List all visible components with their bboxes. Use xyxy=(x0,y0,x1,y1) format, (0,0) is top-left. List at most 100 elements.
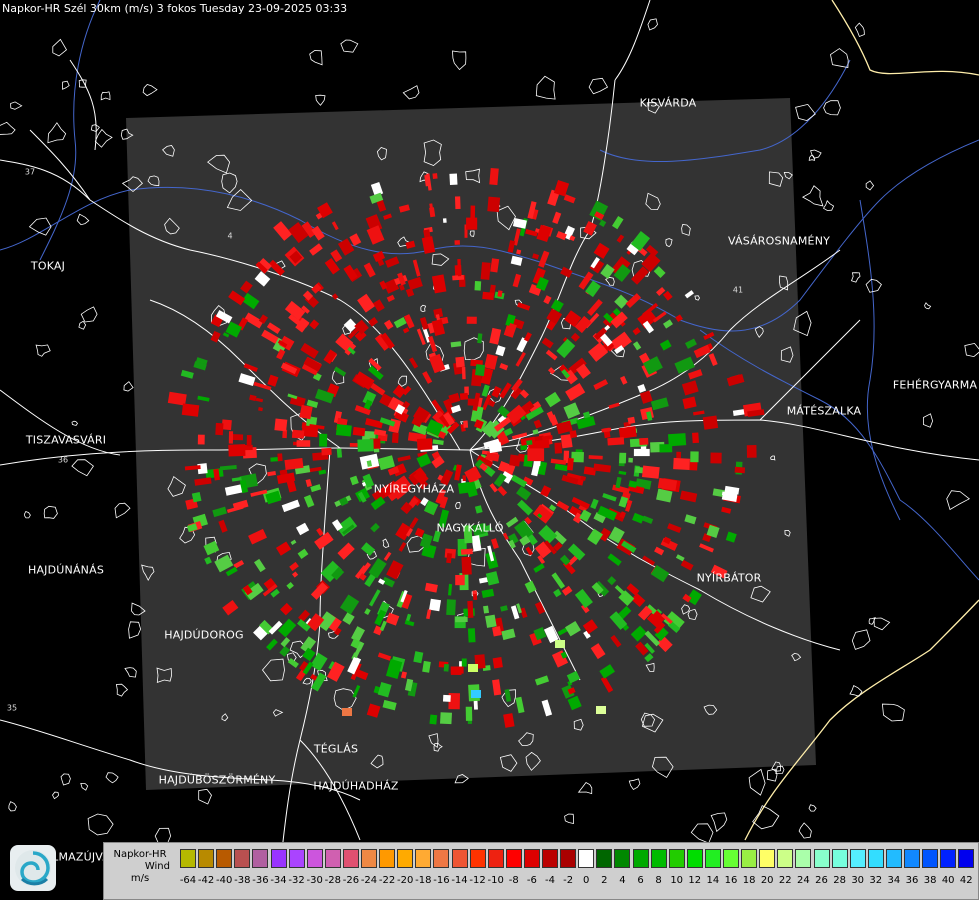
legend-tick-label: -30 xyxy=(306,875,323,886)
radar-echo-cell xyxy=(467,600,474,618)
legend-swatch xyxy=(759,849,776,868)
legend-tick-label: -34 xyxy=(270,875,287,886)
city-label-tiszavasvari: TISZAVASVÁRI xyxy=(25,433,107,447)
radar-echo-cell xyxy=(668,433,687,447)
city-label-nagykallo: NAGYKÁLLÓ xyxy=(436,521,504,535)
radar-echo-cell xyxy=(473,594,478,601)
legend-tick-label: -22 xyxy=(378,875,396,886)
legend-tick-label: -64 xyxy=(179,875,197,886)
city-label-hajdunanas: HAJDÚNÁNÁS xyxy=(27,563,105,577)
radar-echo-cell xyxy=(676,451,682,459)
city-label-mateszalka: MÁTÉSZALKA xyxy=(786,404,862,418)
legend-tick-label: -32 xyxy=(288,875,305,886)
radar-echo-cell xyxy=(321,447,332,456)
settlement-outline xyxy=(851,629,871,650)
legend-swatch xyxy=(433,849,450,868)
legend-tick-label: 12 xyxy=(688,875,702,886)
legend-swatch xyxy=(288,849,305,868)
city-label-nyiregyhaza: NYÍREGYHÁZA xyxy=(373,482,455,496)
legend-swatch xyxy=(668,849,685,868)
legend-tick-label: -42 xyxy=(197,875,215,886)
settlement-outline xyxy=(62,80,70,90)
city-label-hajdudorog: HAJDÚDOROG xyxy=(164,628,244,642)
radar-echo-cell xyxy=(619,452,627,464)
legend-swatch xyxy=(596,849,613,868)
legend-swatch xyxy=(542,849,558,868)
legend-tick-label: 36 xyxy=(905,875,919,886)
legend-swatch xyxy=(940,849,957,868)
settlement-outline xyxy=(123,381,134,392)
settlement-outline xyxy=(35,344,51,357)
river-kraszna xyxy=(859,199,901,521)
radar-echo-cell xyxy=(607,437,625,446)
settlement-outline xyxy=(690,823,714,844)
legend-tick-label: 38 xyxy=(923,875,937,886)
legend-swatch xyxy=(849,849,866,868)
radar-echo-cell xyxy=(487,196,501,213)
radar-echo-cell xyxy=(475,364,486,377)
settlement-outline xyxy=(628,778,641,791)
radar-echo-cell xyxy=(296,440,311,447)
legend-swatch xyxy=(614,849,631,868)
settlement-outline xyxy=(76,213,90,226)
radar-echo-cell xyxy=(466,316,477,324)
city-label-tokaj: TOKAJ xyxy=(30,259,66,273)
radar-echo-cell xyxy=(450,666,464,674)
city-label-kisvarda: KISVÁRDA xyxy=(639,96,697,110)
settlement-outline xyxy=(115,683,129,697)
settlement-outline xyxy=(47,122,67,144)
legend-swatch xyxy=(234,849,251,868)
settlement-outline xyxy=(8,801,17,812)
settlement-outline xyxy=(577,781,593,795)
radar-echo-cell xyxy=(299,404,313,420)
radar-map[interactable] xyxy=(0,0,979,900)
radar-echo-cell xyxy=(419,438,433,448)
radar-echo-cell xyxy=(215,422,224,436)
settlement-outline xyxy=(881,703,905,722)
legend-swatch xyxy=(650,849,667,868)
settlement-outline xyxy=(801,185,824,207)
legend-swatch xyxy=(487,849,504,868)
legend-swatch xyxy=(885,849,902,868)
radar-echo-cell xyxy=(457,258,462,277)
legend-swatch xyxy=(578,849,595,868)
settlement-outline xyxy=(0,121,16,135)
radar-echo-cell xyxy=(641,465,660,479)
radar-echo-cell xyxy=(535,439,550,450)
radar-echo-cell xyxy=(357,439,374,452)
settlement-outline xyxy=(775,765,785,774)
settlement-outline xyxy=(588,77,609,95)
settlement-outline xyxy=(94,128,113,148)
radar-echo-cell xyxy=(440,712,453,725)
legend-swatch xyxy=(415,849,432,868)
legend-tick-label: -14 xyxy=(451,875,468,886)
settlement-outline xyxy=(808,804,817,812)
city-label-fehergyarmat: FEHÉRGYARMA xyxy=(892,378,978,392)
settlement-outline xyxy=(946,490,971,511)
radar-echo-cell xyxy=(480,262,491,280)
radar-echo-cell xyxy=(673,457,690,470)
settlement-outline xyxy=(452,50,467,71)
settlement-outline xyxy=(810,149,822,159)
settlement-outline xyxy=(80,306,98,323)
radar-echo-cell xyxy=(691,432,700,444)
settlement-outline xyxy=(823,100,841,116)
settlement-outline xyxy=(850,272,861,283)
legend-tick-label: -36 xyxy=(252,875,269,886)
radar-echo-cell xyxy=(710,452,722,464)
settlement-outline xyxy=(52,38,68,57)
legend-swatch xyxy=(831,849,848,868)
legend-quantity: Wind xyxy=(144,861,170,872)
settlement-outline xyxy=(90,124,100,132)
legend-swatch xyxy=(704,849,721,868)
settlement-outline xyxy=(340,39,359,53)
radar-echo-cell xyxy=(462,475,467,482)
radar-echo-cell xyxy=(319,433,328,447)
legend-swatch xyxy=(904,849,920,868)
settlement-outline xyxy=(315,94,326,106)
legend-swatch xyxy=(741,849,758,868)
radar-echo-cell xyxy=(463,420,469,428)
legend-tick-label: 14 xyxy=(706,875,720,886)
radar-echo-cell xyxy=(734,466,746,474)
road-number-label: 37 xyxy=(24,167,36,177)
